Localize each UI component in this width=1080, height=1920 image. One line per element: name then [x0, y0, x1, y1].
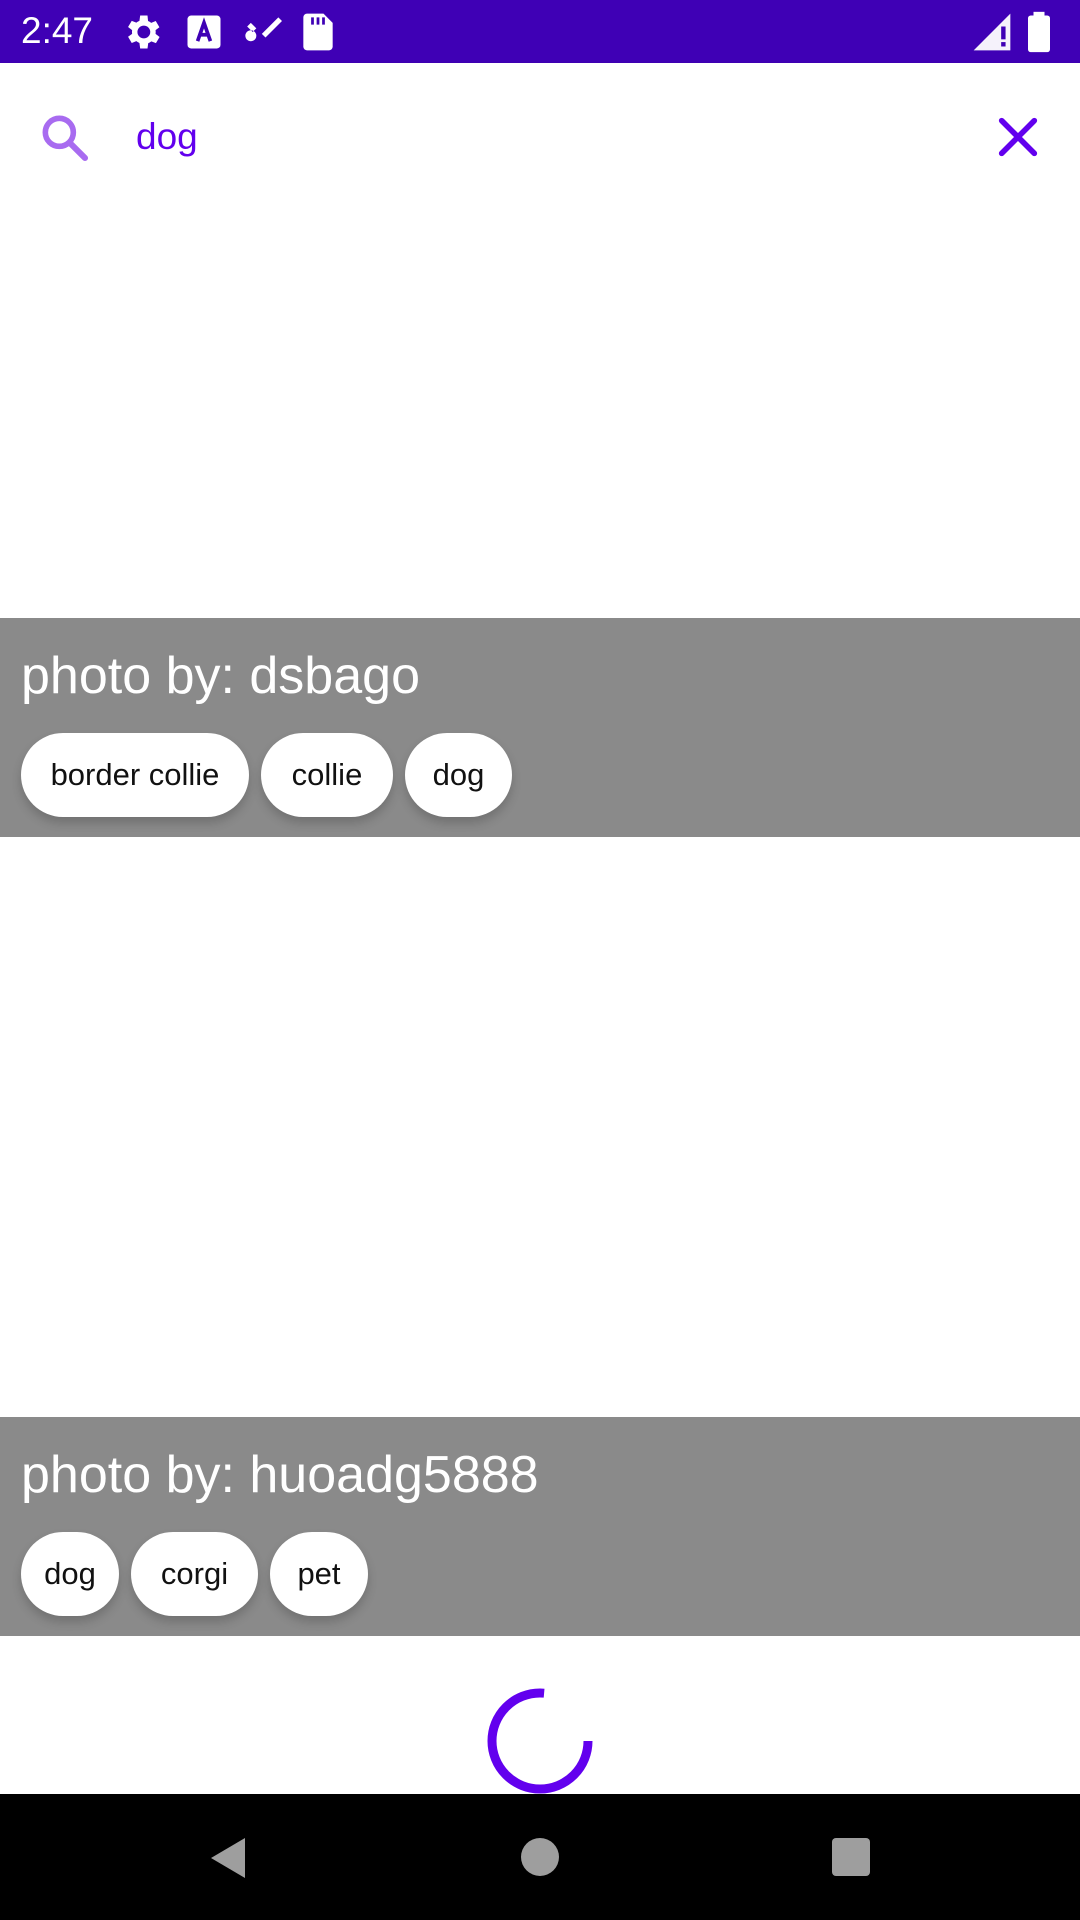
- sd-card-icon: [296, 10, 340, 59]
- settings-icon: [120, 10, 164, 59]
- close-icon[interactable]: [990, 109, 1046, 165]
- network-settings-icon: [238, 10, 282, 59]
- status-icons-right: [970, 10, 1060, 54]
- font-a-icon: [182, 10, 226, 59]
- photo-image[interactable]: [0, 837, 1080, 1416]
- navigation-bar: [0, 1794, 1080, 1920]
- recents-icon[interactable]: [831, 1837, 871, 1882]
- tag-chip[interactable]: dog: [21, 1532, 119, 1616]
- search-bar: [0, 63, 1080, 210]
- photo-credit: photo by: dsbago: [21, 647, 420, 705]
- photo-credit: photo by: huoadg5888: [21, 1446, 539, 1504]
- photo-image[interactable]: [0, 210, 1080, 618]
- tag-chip[interactable]: dog: [405, 733, 512, 817]
- home-icon[interactable]: [520, 1837, 560, 1882]
- status-time: 2:47: [21, 10, 94, 51]
- tag-chip[interactable]: collie: [261, 733, 393, 817]
- back-icon[interactable]: [205, 1834, 249, 1887]
- photo-caption: photo by: huoadg5888 dog corgi pet: [0, 1417, 1080, 1636]
- photo-caption: photo by: dsbago border collie collie do…: [0, 618, 1080, 837]
- tag-chip[interactable]: pet: [270, 1532, 368, 1616]
- tag-chip[interactable]: border collie: [21, 733, 249, 817]
- tag-chip[interactable]: corgi: [131, 1532, 258, 1616]
- search-input[interactable]: [136, 107, 936, 167]
- signal-icon: [970, 10, 1014, 59]
- loading-spinner: [485, 1686, 595, 1796]
- status-bar: 2:47: [0, 0, 1080, 63]
- search-icon[interactable]: [36, 109, 92, 165]
- battery-icon: [1024, 10, 1054, 59]
- photo-card[interactable]: photo by: huoadg5888 dog corgi pet: [0, 837, 1080, 1636]
- photo-card[interactable]: photo by: dsbago border collie collie do…: [0, 210, 1080, 837]
